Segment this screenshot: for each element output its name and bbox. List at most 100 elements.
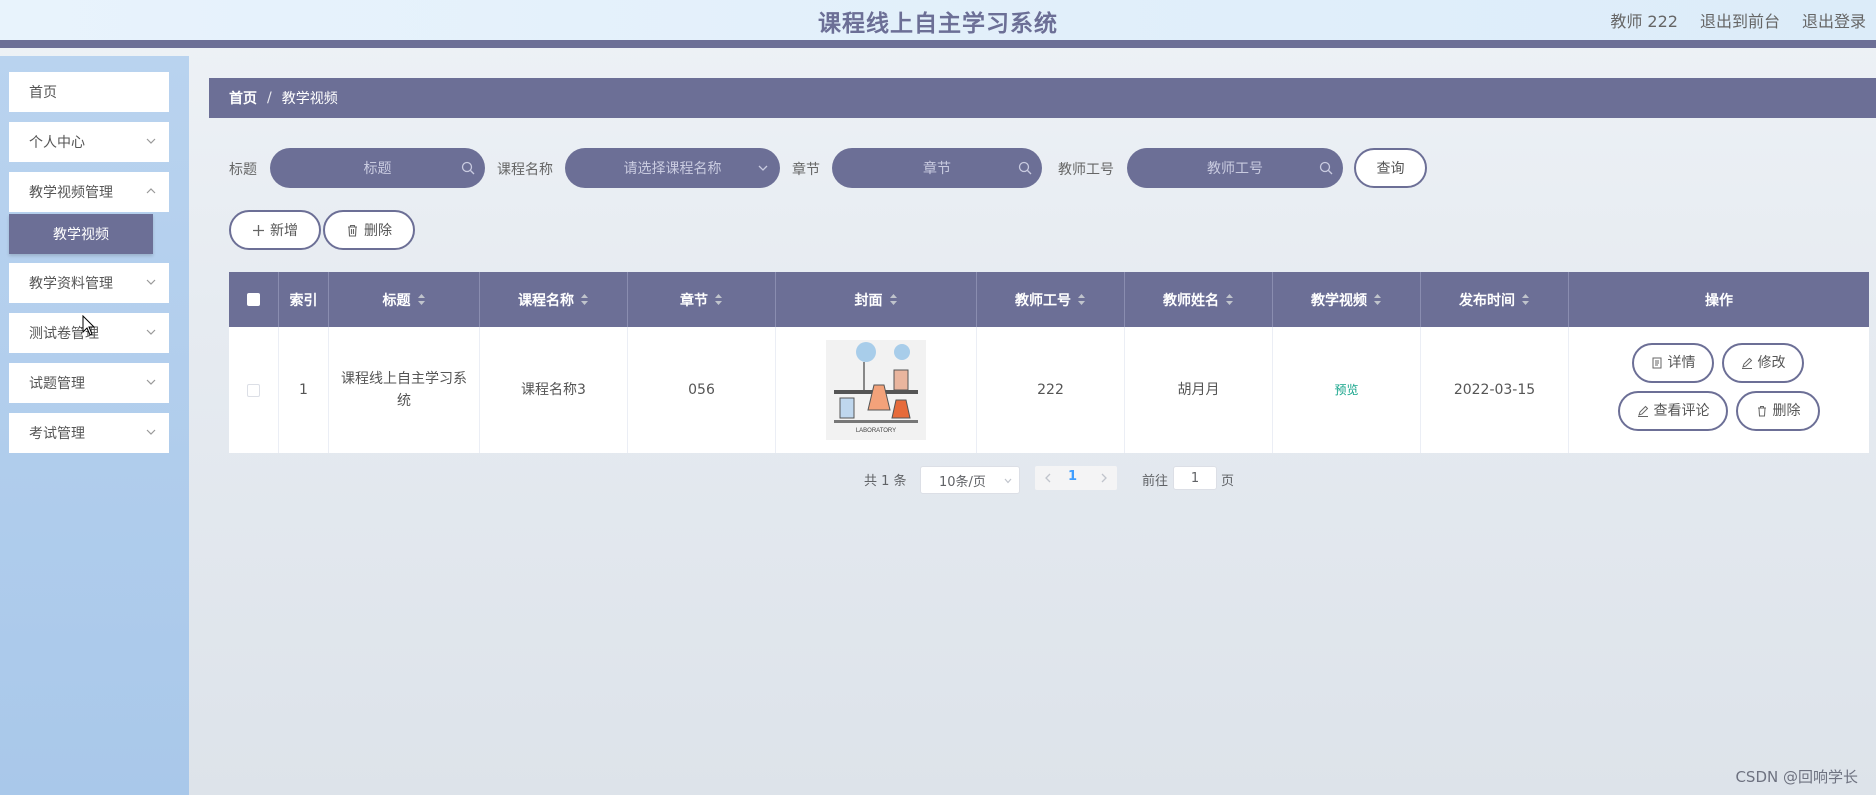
sort-icon — [581, 294, 588, 305]
sidebar-item-label: 考试管理 — [29, 426, 85, 442]
detail-label: 详情 — [1667, 355, 1696, 371]
row-select-cell — [229, 327, 279, 453]
row-cover: LABORATORY — [776, 327, 977, 453]
watermark: CSDN @回响学长 — [1735, 768, 1858, 786]
col-title[interactable]: 标题 — [329, 272, 480, 327]
col-actions: 操作 — [1569, 272, 1869, 327]
sort-icon — [417, 294, 425, 305]
goto-label: 前往 — [1142, 474, 1169, 489]
add-button-label: 新增 — [270, 223, 298, 239]
user-name: 教师 222 — [1610, 12, 1678, 31]
row-teacher-name: 胡月月 — [1125, 327, 1273, 453]
col-cover-label: 封面 — [854, 292, 883, 309]
edit-icon — [1637, 405, 1648, 417]
row-index: 1 — [279, 327, 329, 453]
sidebar: 首页 个人中心 教学视频管理 教学视频 教学资料管理 测试卷管理 试题管理 考试… — [0, 56, 189, 795]
search-icon — [1018, 161, 1032, 175]
breadcrumb-current: 教学视频 — [281, 91, 338, 107]
row-actions: 详情 修改 查看评论 删除 — [1569, 327, 1869, 453]
breadcrumb-home[interactable]: 首页 — [229, 88, 257, 108]
batch-delete-button[interactable]: 删除 — [323, 210, 415, 250]
chevron-left-icon[interactable] — [1041, 471, 1055, 485]
row-checkbox[interactable] — [247, 383, 260, 397]
col-video[interactable]: 教学视频 — [1273, 272, 1421, 327]
pagination-total: 共 1 条 — [864, 474, 907, 489]
page-nav: 1 — [1035, 466, 1117, 490]
delete-button-label: 删除 — [364, 223, 392, 239]
col-cover[interactable]: 封面 — [776, 272, 977, 327]
course-placeholder: 请选择课程名称 — [623, 161, 722, 177]
document-icon — [1652, 357, 1661, 369]
teacher-filter-label: 教师工号 — [1058, 162, 1114, 178]
edit-button[interactable]: 修改 — [1722, 343, 1804, 383]
row-date: 2022-03-15 — [1421, 327, 1569, 453]
page-number-current[interactable]: 1 — [1068, 469, 1077, 484]
row-chapter: 056 — [628, 327, 776, 453]
video-preview-link[interactable]: 预览 — [1334, 379, 1358, 401]
teacher-id-search-input[interactable]: 教师工号 — [1127, 148, 1343, 188]
sidebar-item-material-mgmt[interactable]: 教学资料管理 — [9, 263, 169, 303]
chevron-down-icon — [1004, 478, 1012, 484]
sidebar-item-exam-mgmt[interactable]: 考试管理 — [9, 413, 169, 453]
row-delete-button[interactable]: 删除 — [1736, 391, 1820, 431]
select-all-checkbox[interactable] — [247, 293, 260, 306]
row-title: 课程线上自主学习系统 — [329, 327, 480, 453]
col-chapter-label: 章节 — [680, 292, 708, 309]
sort-icon — [1078, 294, 1085, 305]
front-link[interactable]: 退出到前台 — [1700, 8, 1780, 32]
page-size-label: 10条/页 — [939, 474, 986, 490]
col-course[interactable]: 课程名称 — [480, 272, 628, 327]
view-comments-button[interactable]: 查看评论 — [1618, 391, 1728, 431]
detail-button[interactable]: 详情 — [1632, 343, 1714, 383]
sidebar-item-label: 教学资料管理 — [29, 276, 113, 292]
logout-link[interactable]: 退出登录 — [1802, 8, 1866, 32]
col-actions-label: 操作 — [1705, 292, 1733, 309]
pagination: 共 1 条 10条/页 1 前往 1 页 — [0, 466, 1876, 494]
cover-thumbnail[interactable]: LABORATORY — [826, 340, 926, 440]
chevron-down-icon — [758, 165, 768, 171]
sort-icon — [715, 294, 722, 305]
view-comments-label: 查看评论 — [1653, 403, 1710, 419]
page-size-select[interactable]: 10条/页 — [920, 466, 1020, 494]
course-select[interactable]: 请选择课程名称 — [565, 148, 780, 188]
sidebar-subitem-video[interactable]: 教学视频 — [9, 214, 153, 254]
table-header: 索引 标题 课程名称 章节 封面 教师工号 教师姓名 教学视频 发布时间 操作 — [229, 272, 1869, 327]
course-filter-label: 课程名称 — [497, 162, 553, 178]
col-index: 索引 — [279, 272, 329, 327]
select-all-cell — [229, 272, 279, 327]
title-search-input[interactable]: 标题 — [270, 148, 485, 188]
chevron-right-icon[interactable] — [1097, 471, 1111, 485]
col-teacher-name[interactable]: 教师姓名 — [1125, 272, 1273, 327]
row-video: 预览 — [1273, 327, 1421, 453]
title-filter-label: 标题 — [229, 162, 257, 178]
col-title-label: 标题 — [382, 292, 411, 309]
trash-icon — [1757, 406, 1766, 417]
chapter-search-input[interactable]: 章节 — [832, 148, 1042, 188]
col-date[interactable]: 发布时间 — [1421, 272, 1569, 327]
top-header: 课程线上自主学习系统 教师 222 退出到前台 退出登录 — [0, 0, 1876, 48]
sidebar-item-personal[interactable]: 个人中心 — [9, 122, 169, 162]
chevron-up-icon — [146, 188, 156, 194]
sidebar-item-question-mgmt[interactable]: 试题管理 — [9, 363, 169, 403]
col-teacher-id[interactable]: 教师工号 — [977, 272, 1125, 327]
chevron-down-icon — [146, 279, 156, 285]
sort-icon — [1522, 294, 1529, 305]
sidebar-item-home[interactable]: 首页 — [9, 72, 169, 112]
chevron-down-icon — [146, 138, 156, 144]
query-button[interactable]: 查询 — [1354, 148, 1427, 188]
cover-caption: LABORATORY — [856, 428, 896, 434]
row-delete-label: 删除 — [1772, 403, 1801, 419]
sidebar-item-video-mgmt[interactable]: 教学视频管理 — [9, 172, 169, 212]
add-button[interactable]: 新增 — [229, 210, 321, 250]
mouse-cursor-icon — [82, 315, 96, 336]
trash-icon — [348, 224, 357, 237]
col-teacher-id-label: 教师工号 — [1015, 292, 1071, 309]
col-chapter[interactable]: 章节 — [628, 272, 776, 327]
search-icon — [1319, 161, 1333, 175]
chapter-placeholder: 章节 — [923, 161, 951, 177]
goto-page-input[interactable]: 1 — [1173, 466, 1217, 490]
chevron-down-icon — [146, 379, 156, 385]
chapter-filter-label: 章节 — [792, 162, 820, 178]
edit-icon — [1741, 357, 1752, 369]
sort-icon — [889, 294, 897, 305]
